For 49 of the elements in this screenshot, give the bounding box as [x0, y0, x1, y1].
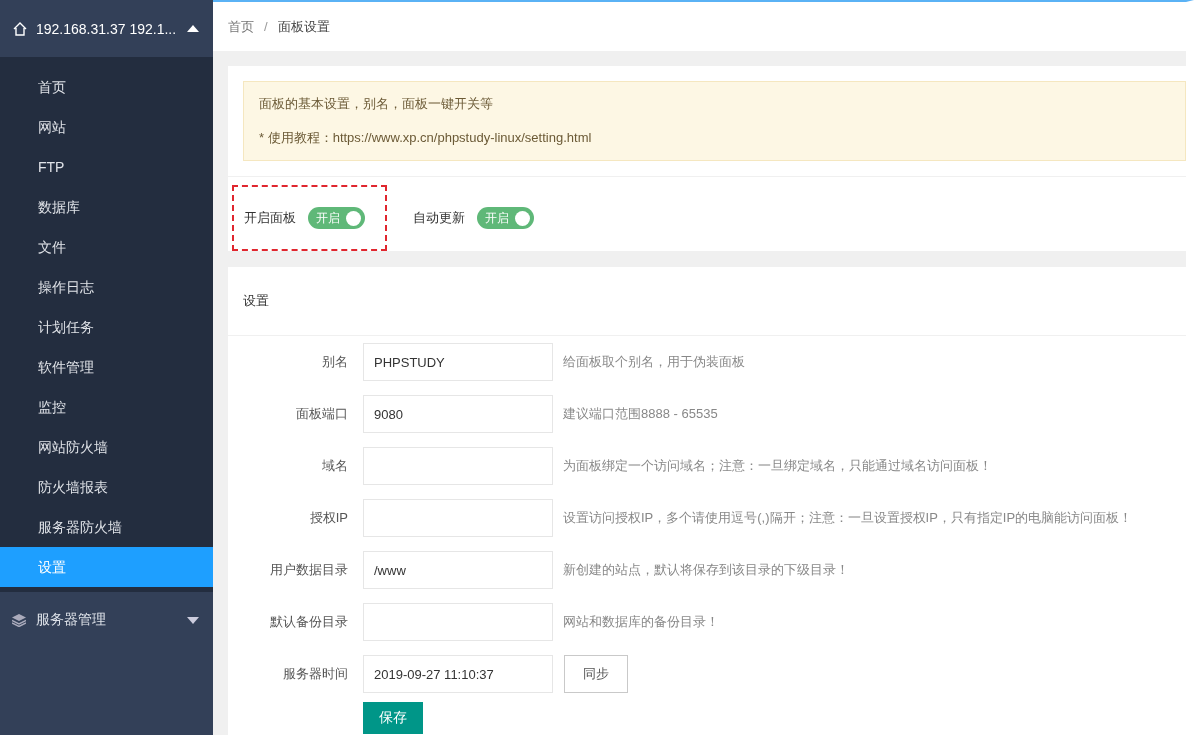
- input-field[interactable]: 2019-09-27 11:10:37: [363, 655, 553, 693]
- input-field[interactable]: 9080: [363, 395, 553, 433]
- field-hint: 网站和数据库的备份目录！: [563, 613, 719, 631]
- field-label: 授权IP: [308, 509, 349, 527]
- breadcrumb-link[interactable]: 面板设置: [277, 17, 330, 36]
- field-label: 域名: [321, 457, 349, 475]
- server-header[interactable]: 192.168.31.37 192.1...: [0, 0, 213, 57]
- sidebar-item[interactable]: 网站: [0, 107, 213, 147]
- sidebar-item[interactable]: 防火墙报表: [0, 467, 213, 507]
- notice-text: 面板的基本设置，别名，面板一键开关等: [259, 95, 494, 113]
- sidebar-item[interactable]: 软件管理: [0, 347, 213, 387]
- section-title: 设置: [228, 267, 1186, 336]
- field-label: 面板端口: [295, 405, 349, 423]
- field-hint: 给面板取个别名，用于伪装面板: [563, 353, 745, 371]
- breadcrumb-link[interactable]: 首页: [228, 17, 254, 36]
- sidebar-item[interactable]: 操作日志: [0, 267, 213, 307]
- save-button[interactable]: 保存: [363, 702, 423, 734]
- input-field[interactable]: [363, 499, 553, 537]
- field-hint: 新创建的站点，默认将保存到该目录的下级目录！: [563, 561, 849, 579]
- sidebar-item[interactable]: 计划任务: [0, 307, 213, 347]
- field-label: 用户数据目录: [269, 561, 349, 579]
- field-hint: 为面板绑定一个访问域名；注意：一旦绑定域名，只能通过域名访问面板！: [563, 457, 992, 475]
- sidebar-item[interactable]: 文件: [0, 227, 213, 267]
- caret-icon: [187, 25, 199, 32]
- breadcrumb-separator: /: [264, 19, 268, 34]
- field-label: 默认备份目录: [269, 613, 349, 631]
- input-field[interactable]: /www: [363, 551, 553, 589]
- input-field[interactable]: [363, 603, 553, 641]
- input-field[interactable]: [363, 447, 553, 485]
- field-hint: 设置访问授权IP，多个请使用逗号(,)隔开；注意：一旦设置授权IP，只有指定IP的电脑能访问面板！: [563, 509, 1133, 527]
- toggle-label: 自动更新: [413, 209, 465, 227]
- server-management-menu[interactable]: 服务器管理: [0, 592, 213, 648]
- server-title: 192.168.31.37 192.1...: [36, 20, 178, 37]
- field-hint: 建议端口范围8888 - 65535: [563, 405, 718, 423]
- sidebar-item[interactable]: 数据库: [0, 187, 213, 227]
- toggle-label: 开启面板: [244, 209, 296, 227]
- layers-icon: [12, 613, 26, 627]
- input-field[interactable]: PHPSTUDY: [363, 343, 553, 381]
- home-icon: [12, 20, 28, 37]
- sync-button[interactable]: 同步: [564, 655, 628, 693]
- sidebar-item[interactable]: 监控: [0, 387, 213, 427]
- field-label: 服务器时间: [282, 665, 349, 683]
- sidebar-item[interactable]: 首页: [0, 67, 213, 107]
- caret-icon: [187, 616, 199, 624]
- notice-text: * 使用教程：https://www.xp.cn/phpstudy-linux/setting.html: [259, 129, 593, 147]
- field-label: 别名: [321, 353, 349, 371]
- sidebar-item[interactable]: 服务器防火墙: [0, 507, 213, 547]
- sidebar-item[interactable]: FTP: [0, 147, 213, 187]
- sidebar-item[interactable]: 网站防火墙: [0, 427, 213, 467]
